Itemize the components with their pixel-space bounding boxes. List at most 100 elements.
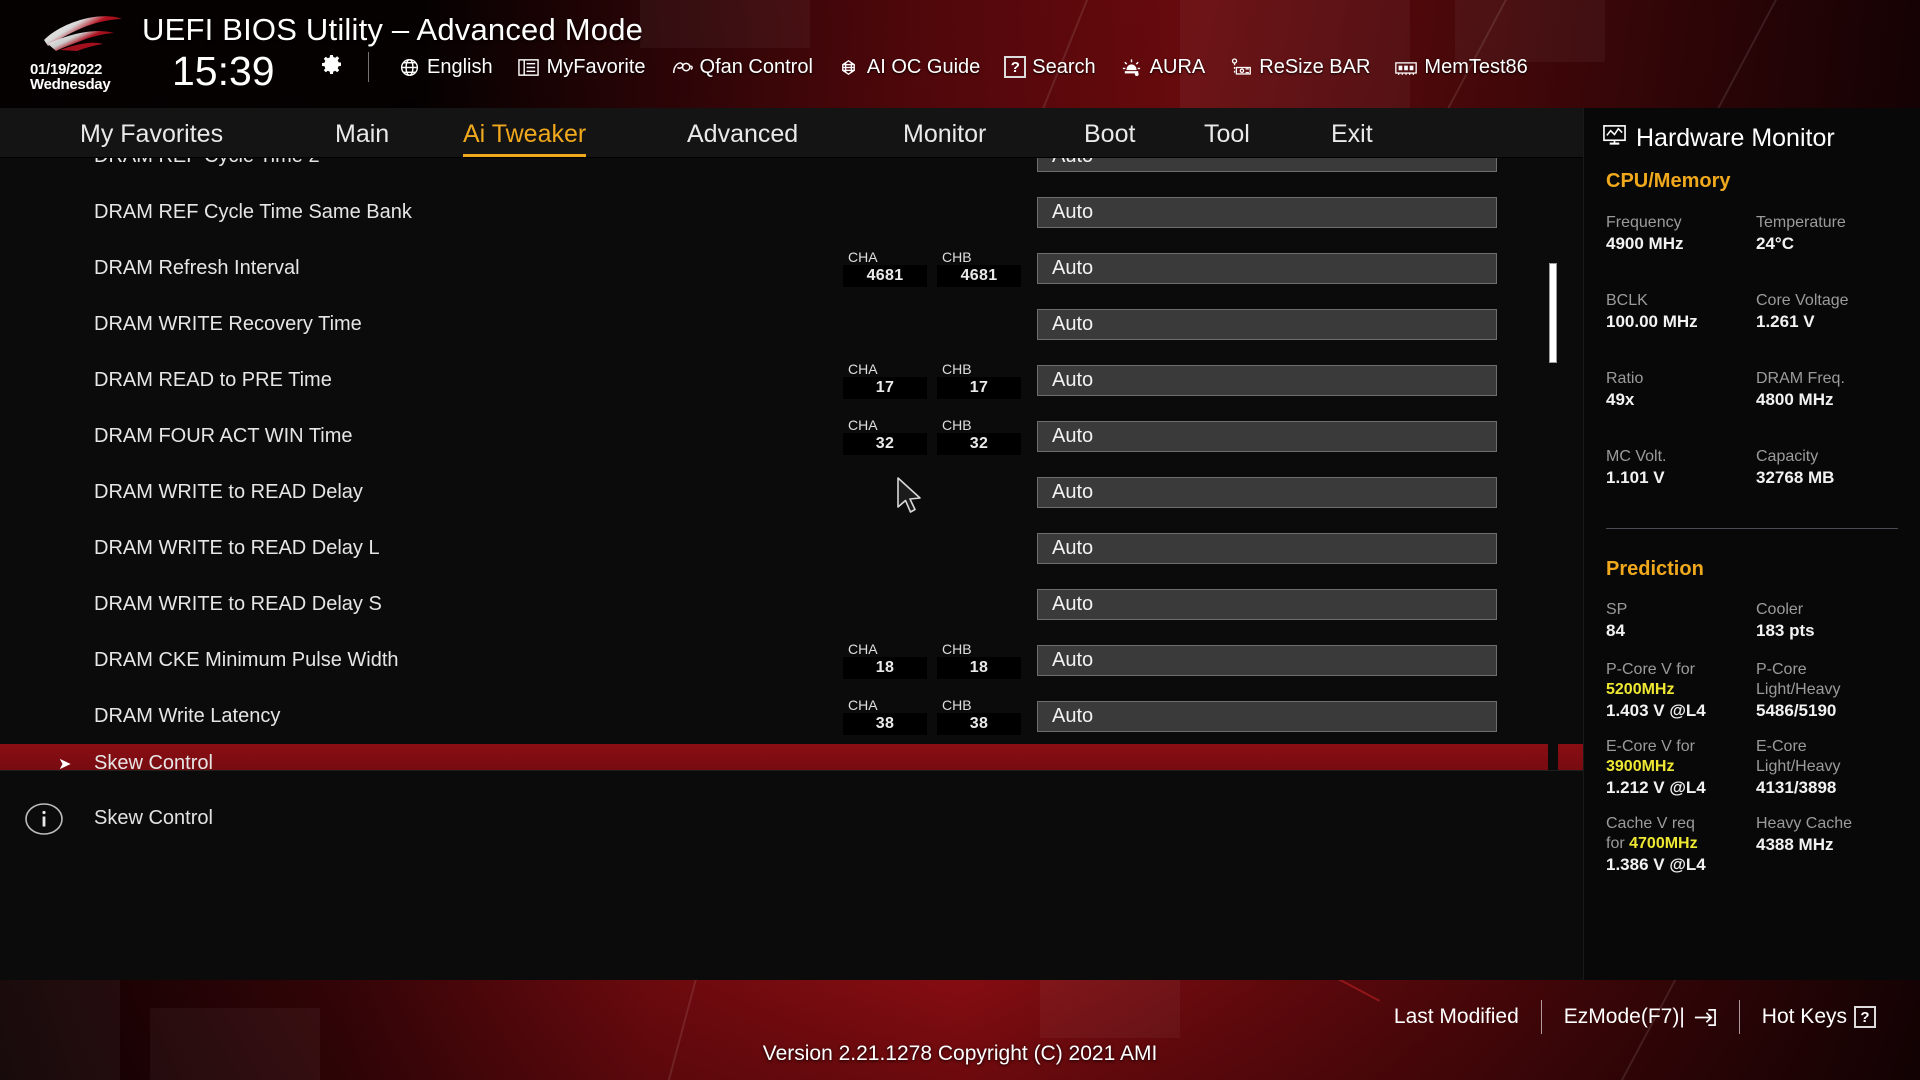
- setting-value-field[interactable]: Auto: [1037, 308, 1497, 340]
- header-tool-label: Search: [1032, 55, 1096, 78]
- help-text: Skew Control: [94, 807, 213, 829]
- metric-cooler: Cooler 183 pts: [1756, 600, 1906, 642]
- setting-value-field[interactable]: Auto: [1037, 700, 1497, 732]
- metric-value: 4388 MHz: [1756, 835, 1834, 854]
- header-tool-qfan-control[interactable]: Qfan Control: [658, 52, 825, 82]
- cha-value: 4681: [843, 264, 927, 287]
- cha-readout: CHA 38: [843, 697, 927, 735]
- footer-deco-block: [1040, 980, 1180, 1038]
- footer-actions: Last Modified EzMode(F7)| Hot Keys ?: [1372, 1000, 1898, 1034]
- metric-key: Core Voltage: [1756, 292, 1849, 309]
- question-box-icon: ?: [1854, 1006, 1876, 1028]
- table-row[interactable]: DRAM REF Cycle Time 2 Auto: [0, 158, 1583, 184]
- cha-readout: CHA 17: [843, 361, 927, 399]
- tab-label: Boot: [1084, 120, 1136, 148]
- tab-active-underline: [463, 154, 587, 157]
- setting-value-field[interactable]: Auto: [1037, 532, 1497, 564]
- header-tool-search[interactable]: ? Search: [992, 52, 1107, 82]
- setting-label: DRAM REF Cycle Time Same Bank: [94, 200, 412, 223]
- scrollbar-track[interactable]: [1548, 158, 1558, 770]
- header-tool-memtest86[interactable]: MemTest86: [1382, 52, 1539, 82]
- metric-key-highlight: 5200MHz: [1606, 681, 1675, 698]
- memory-icon: [1394, 56, 1418, 78]
- tab-exit[interactable]: Exit: [1331, 120, 1373, 157]
- hot-keys-button[interactable]: Hot Keys ?: [1740, 1005, 1898, 1029]
- prediction-p-core-voltage: P-Core V for 5200MHz 1.403 V @L4: [1606, 660, 1756, 722]
- scrollbar-thumb[interactable]: [1549, 263, 1557, 363]
- tab-label: Monitor: [903, 120, 987, 148]
- setting-value-field[interactable]: Auto: [1037, 158, 1497, 172]
- last-modified-button[interactable]: Last Modified: [1372, 1005, 1541, 1029]
- table-row[interactable]: DRAM REF Cycle Time Same Bank Auto: [0, 184, 1583, 240]
- tab-monitor[interactable]: Monitor: [903, 120, 986, 157]
- chb-readout: CHB 18: [937, 641, 1021, 679]
- tab-advanced[interactable]: Advanced: [687, 120, 798, 157]
- tab-main[interactable]: Main: [335, 120, 389, 157]
- info-icon: [24, 799, 64, 839]
- chb-value: 32: [937, 432, 1021, 455]
- setting-value-field[interactable]: Auto: [1037, 476, 1497, 508]
- table-row[interactable]: DRAM READ to PRE Time CHA 17 CHB 17 Auto: [0, 352, 1583, 408]
- metric-frequency: Frequency 4900 MHz: [1606, 213, 1756, 255]
- section-title-cpu-memory: CPU/Memory: [1606, 170, 1731, 192]
- cha-readout: CHA 32: [843, 417, 927, 455]
- header-tool-ai-oc-guide[interactable]: AI OC Guide: [825, 52, 992, 82]
- setting-value-field[interactable]: Auto: [1037, 364, 1497, 396]
- tab-my-favorites[interactable]: My Favorites: [80, 120, 223, 157]
- footer-item-label: EzMode(F7)|: [1563, 1005, 1685, 1028]
- submenu-arrow-icon: ➤: [58, 756, 72, 770]
- setting-value-field[interactable]: Auto: [1037, 252, 1497, 284]
- setting-value-field[interactable]: Auto: [1037, 196, 1497, 228]
- date-display: 01/19/2022 Wednesday: [30, 62, 111, 92]
- metric-key: Temperature: [1756, 214, 1846, 231]
- footer-bar: Last Modified EzMode(F7)| Hot Keys ? Ver…: [0, 980, 1920, 1080]
- table-row[interactable]: DRAM Refresh Interval CHA 4681 CHB 4681 …: [0, 240, 1583, 296]
- setting-value-field[interactable]: Auto: [1037, 644, 1497, 676]
- table-row-skew-control[interactable]: ➤ Skew Control: [0, 744, 1583, 770]
- table-row[interactable]: DRAM WRITE to READ Delay L Auto: [0, 520, 1583, 576]
- table-row[interactable]: DRAM FOUR ACT WIN Time CHA 32 CHB 32 Aut…: [0, 408, 1583, 464]
- table-row[interactable]: DRAM WRITE to READ Delay Auto: [0, 464, 1583, 520]
- ezmode-button[interactable]: EzMode(F7)|: [1542, 1005, 1739, 1029]
- tab-label: Exit: [1331, 120, 1373, 148]
- tab-label: Main: [335, 120, 390, 148]
- header-tool-aura[interactable]: AURA: [1108, 52, 1218, 82]
- tab-ai-tweaker[interactable]: Ai Tweaker: [463, 120, 587, 157]
- chb-value: 17: [937, 376, 1021, 399]
- table-row[interactable]: DRAM Write Latency CHA 38 CHB 38 Auto: [0, 688, 1583, 744]
- setting-label: DRAM Refresh Interval: [94, 256, 300, 279]
- clock-display: 15:39: [172, 48, 275, 94]
- header-tool-english[interactable]: English: [385, 52, 505, 82]
- gear-icon[interactable]: [320, 52, 344, 76]
- header-tool-resize-bar[interactable]: ReSize BAR: [1217, 52, 1382, 82]
- table-row[interactable]: DRAM WRITE Recovery Time Auto: [0, 296, 1583, 352]
- tab-label: Ai Tweaker: [463, 120, 587, 148]
- prediction-e-core-light-heavy: E-Core Light/Heavy 4131/3898: [1756, 737, 1906, 799]
- setting-value-field[interactable]: Auto: [1037, 420, 1497, 452]
- prediction-cache-voltage: Cache V req for 4700MHz 1.386 V @L4: [1606, 814, 1756, 876]
- header-tool-myfavorite[interactable]: MyFavorite: [505, 52, 658, 82]
- metric-value: 5486/5190: [1756, 701, 1837, 720]
- question-box-icon: ?: [1004, 56, 1027, 78]
- ai-chip-icon: [837, 56, 861, 78]
- cha-readout: CHA 4681: [843, 249, 927, 287]
- chb-value: 38: [937, 712, 1021, 735]
- table-row[interactable]: DRAM CKE Minimum Pulse Width CHA 18 CHB …: [0, 632, 1583, 688]
- cha-readout: CHA 18: [843, 641, 927, 679]
- cha-value: 32: [843, 432, 927, 455]
- metric-key: BCLK: [1606, 292, 1648, 309]
- metric-temperature: Temperature 24°C: [1756, 213, 1906, 255]
- setting-value-field[interactable]: Auto: [1037, 588, 1497, 620]
- tab-boot[interactable]: Boot: [1084, 120, 1135, 157]
- prediction-p-core-light-heavy: P-Core Light/Heavy 5486/5190: [1756, 660, 1906, 722]
- tab-tool[interactable]: Tool: [1204, 120, 1250, 157]
- chb-value: 4681: [937, 264, 1021, 287]
- metric-key: Ratio: [1606, 370, 1644, 387]
- metric-core-voltage: Core Voltage 1.261 V: [1756, 291, 1906, 333]
- header-tools: English MyFavorite Qfan Control AI OC Gu…: [385, 52, 1540, 82]
- table-row[interactable]: DRAM WRITE to READ Delay S Auto: [0, 576, 1583, 632]
- header-tool-label: AURA: [1149, 55, 1206, 78]
- exit-arrow-icon: [1692, 1006, 1717, 1029]
- header-deco-streak: [1709, 0, 1782, 108]
- favorites-icon: [517, 56, 541, 78]
